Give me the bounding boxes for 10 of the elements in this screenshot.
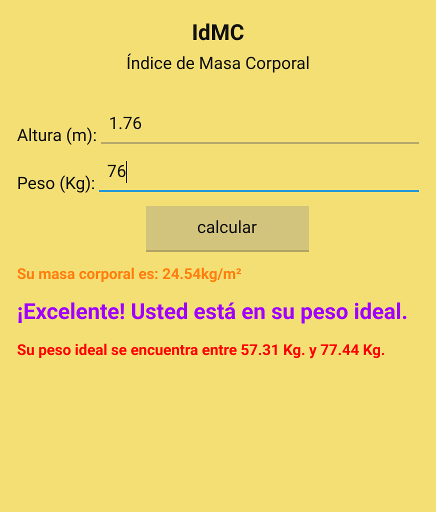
input-field[interactable]: 76 bbox=[99, 160, 419, 192]
app-title: IdMC bbox=[190, 20, 246, 48]
field-label: Altura (m): bbox=[17, 125, 97, 148]
field-label: Peso (Kg): bbox=[17, 173, 96, 196]
calculate-button[interactable]: calcular bbox=[146, 206, 308, 252]
input-field[interactable]: 1.76 bbox=[100, 112, 419, 144]
result-text: ¡Excelente! Usted está en su peso ideal. bbox=[17, 299, 409, 327]
app-subtitle: Índice de Masa Corporal bbox=[125, 52, 311, 76]
result-text: Su masa corporal es: 24.54kg/m² bbox=[17, 264, 243, 284]
result-text: Su peso ideal se encuentra entre 57.31 Kg. y 77.44 Kg. bbox=[17, 340, 386, 360]
